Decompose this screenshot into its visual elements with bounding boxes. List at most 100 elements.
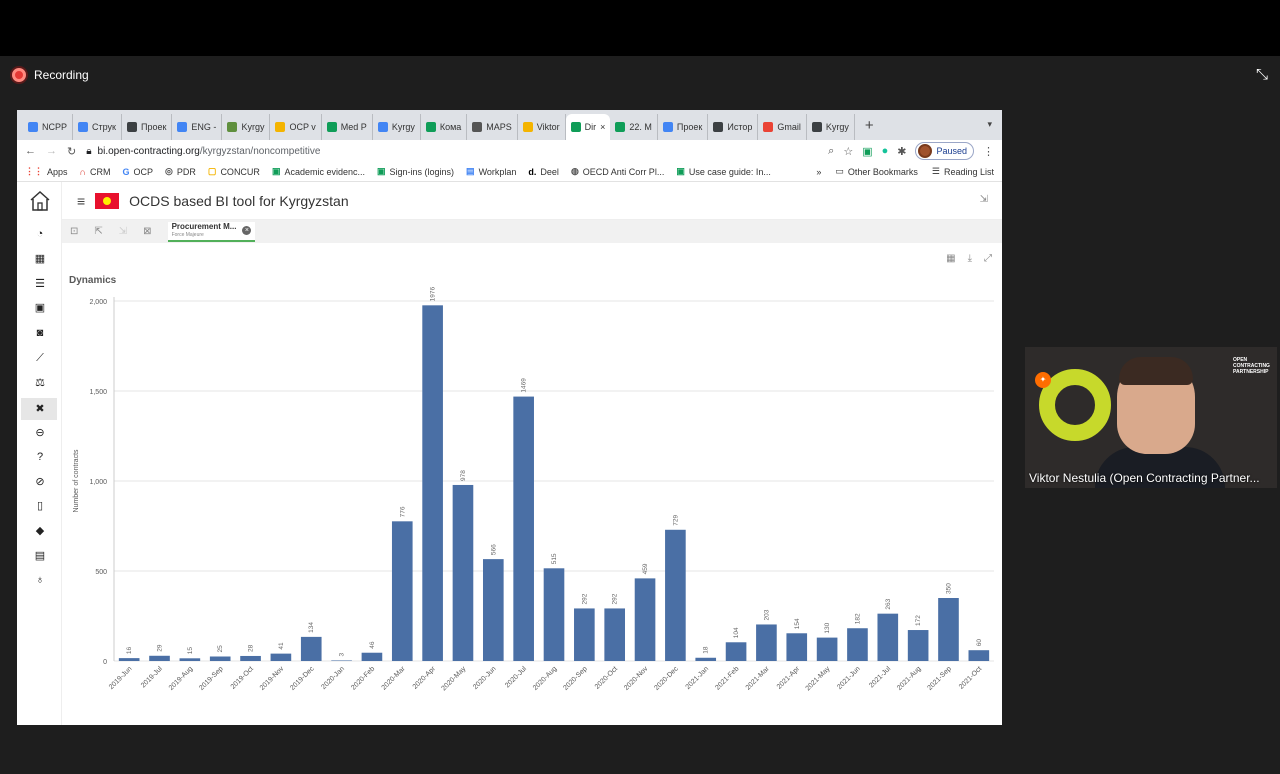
browser-tab[interactable]: NCPP [23, 114, 74, 140]
bookmarks-bar: ⋮⋮ Apps ∩ CRM G OCP ◎ PDR ▢ CONCUR ▣ Academic evide… [17, 162, 1002, 182]
tab-search-icon[interactable]: ▾ [987, 119, 992, 130]
minimize-icon[interactable]: ⤡ [1256, 66, 1268, 83]
puzzle-icon[interactable]: ✱ [897, 145, 906, 158]
browser-tab[interactable]: 22. M [610, 114, 658, 140]
tags-icon[interactable]: ◆ [34, 525, 46, 537]
back-icon[interactable]: ← [25, 145, 36, 157]
ban-icon[interactable]: ⊘ [34, 476, 46, 488]
globe-icon: ◍ [570, 166, 579, 176]
tab-strip: NCPP Струк Проек ENG - Kyrgy OCP v Med P Kyrgy К… [17, 110, 1002, 140]
browser-tab[interactable]: ENG - [172, 114, 223, 140]
user-card-icon[interactable]: ◙ [34, 327, 46, 339]
pdr-icon: ◎ [165, 166, 173, 176]
bookmark-item[interactable]: d. Deel [528, 167, 559, 177]
x-tick-label: 2020-Aug [532, 665, 558, 691]
browser-tab[interactable]: Dir × [565, 114, 611, 140]
bookmark-item[interactable]: ▤ Workplan [466, 166, 516, 177]
browser-tab[interactable]: Проек [658, 114, 709, 140]
bookmark-item[interactable]: ⋮⋮ Apps [25, 166, 68, 177]
browser-tab[interactable]: OCP v [270, 114, 322, 140]
other-bookmarks-label: Other Bookmarks [847, 166, 918, 177]
lightbulb-icon[interactable]: ♁ [34, 574, 46, 586]
star-icon[interactable]: ☆ [843, 145, 853, 158]
contact-book-icon[interactable]: ▣ [34, 302, 46, 314]
browser-tab[interactable]: MAPS [467, 114, 518, 140]
list-icon[interactable]: ☰ [34, 278, 46, 290]
bookmark-item[interactable]: ∩ CRM [80, 167, 111, 177]
hamburger-menu-icon[interactable]: ≡ [77, 193, 85, 209]
users-slash-icon[interactable]: ✖ [34, 403, 46, 415]
bookmark-item[interactable]: ▣ Sign-ins (logins) [377, 166, 454, 177]
paused-label: Paused [936, 146, 967, 156]
browser-tab[interactable]: Струк [73, 114, 122, 140]
browser-toolbar: ← → ↻ 🔒︎ bi.open-contracting.org/kyrgyzs… [17, 140, 1002, 162]
smart-search-icon[interactable]: ⊡ [70, 226, 78, 237]
tab-favicon-icon [425, 122, 436, 132]
reload-icon[interactable]: ↻ [67, 145, 76, 158]
tab-favicon-icon [275, 122, 286, 132]
list-alt-icon[interactable]: ▤ [34, 550, 46, 562]
bookmark-item[interactable]: ▣ Use case guide: In... [676, 166, 771, 177]
other-bookmarks[interactable]: ▭ Other Bookmarks [835, 166, 918, 177]
step-forward-icon[interactable]: ⇲ [119, 226, 127, 237]
x-tick-label: 2021-Apr [776, 665, 802, 691]
tab-favicon-icon [522, 122, 533, 132]
menu-icon[interactable]: ⋮ [983, 145, 994, 158]
selection-chip[interactable]: Procurement M... Force Majeure × [167, 221, 256, 242]
bookmarks-more[interactable]: » [816, 167, 821, 177]
lock-icon: 🔒︎ [86, 145, 92, 157]
bookmark-item[interactable]: G OCP [123, 167, 154, 177]
browser-tab[interactable]: Истор [708, 114, 759, 140]
grammarly-icon[interactable]: ● [882, 145, 889, 157]
tab-favicon-icon [227, 122, 238, 132]
bookmark-item[interactable]: ▢ CONCUR [208, 166, 260, 177]
home-icon[interactable] [29, 190, 51, 212]
data-label: 776 [399, 506, 406, 517]
new-tab-icon[interactable]: + [855, 114, 884, 140]
tab-label: Gmail [777, 122, 801, 132]
forward-icon[interactable]: → [46, 145, 57, 157]
browser-tab[interactable]: Kyrgy [373, 114, 421, 140]
browser-tab[interactable]: Проек [122, 114, 173, 140]
step-back-icon[interactable]: ⇱ [94, 226, 102, 237]
line-chart-icon[interactable]: ⟋ [34, 352, 46, 364]
export-icon[interactable]: ⇲ [980, 194, 988, 205]
browser-tab[interactable]: Кома [421, 114, 468, 140]
concur-icon: ▢ [207, 166, 217, 176]
participant-hair [1119, 357, 1193, 385]
bookmark-item[interactable]: ▣ Academic evidenc... [272, 166, 365, 177]
address-bar[interactable]: 🔒︎ bi.open-contracting.org/kyrgyzstan/no… [86, 146, 818, 157]
table-icon[interactable]: ▦ [34, 253, 46, 265]
crm-icon: ∩ [79, 166, 87, 177]
reading-list[interactable]: ☰ Reading List [932, 166, 994, 177]
browser-tab[interactable]: Viktor [518, 114, 566, 140]
profile-paused-button[interactable]: Paused [915, 142, 974, 160]
help-circle-icon[interactable]: ? [34, 451, 46, 463]
bookmark-item[interactable]: ◍ OECD Anti Corr Pl... [571, 166, 664, 177]
bi-app: ◔ ▦ ☰ ▣ ◙ ⟋ ⚖ ✖ ⊖ ? ⊘ ▯ ◆ ▤ ♁ ≡ OCDS bas… [17, 182, 1002, 725]
minus-circle-icon[interactable]: ⊖ [34, 427, 46, 439]
tab-label: Кома [439, 122, 462, 132]
close-tab-icon[interactable]: × [600, 122, 605, 132]
bar [513, 396, 534, 661]
x-tick-label: 2020-Feb [350, 665, 376, 691]
bar [756, 624, 777, 661]
clear-selection-icon[interactable]: × [242, 226, 252, 235]
browser-tab[interactable]: Gmail [758, 114, 807, 140]
tab-label: 22. M [629, 122, 652, 132]
tab-favicon-icon [326, 122, 337, 132]
dashboard-icon[interactable]: ◔ [34, 228, 46, 240]
extension-icon[interactable]: ▣ [862, 145, 872, 158]
zoom-icon[interactable]: ⌕ [828, 145, 834, 158]
recording-icon [12, 68, 26, 82]
file-icon[interactable]: ▯ [34, 500, 46, 512]
bookmark-label: PDR [176, 166, 196, 177]
browser-tab[interactable]: Kyrgy [222, 114, 271, 140]
bar [179, 658, 201, 661]
bookmark-item[interactable]: ◎ PDR [165, 166, 196, 177]
browser-tab[interactable]: Med P [322, 114, 373, 140]
browser-tab[interactable]: Kyrgy [807, 114, 855, 140]
balance-scale-icon[interactable]: ⚖ [34, 377, 46, 389]
tab-label: NCPP [42, 122, 68, 132]
clear-selections-icon[interactable]: ⊠ [143, 226, 151, 237]
